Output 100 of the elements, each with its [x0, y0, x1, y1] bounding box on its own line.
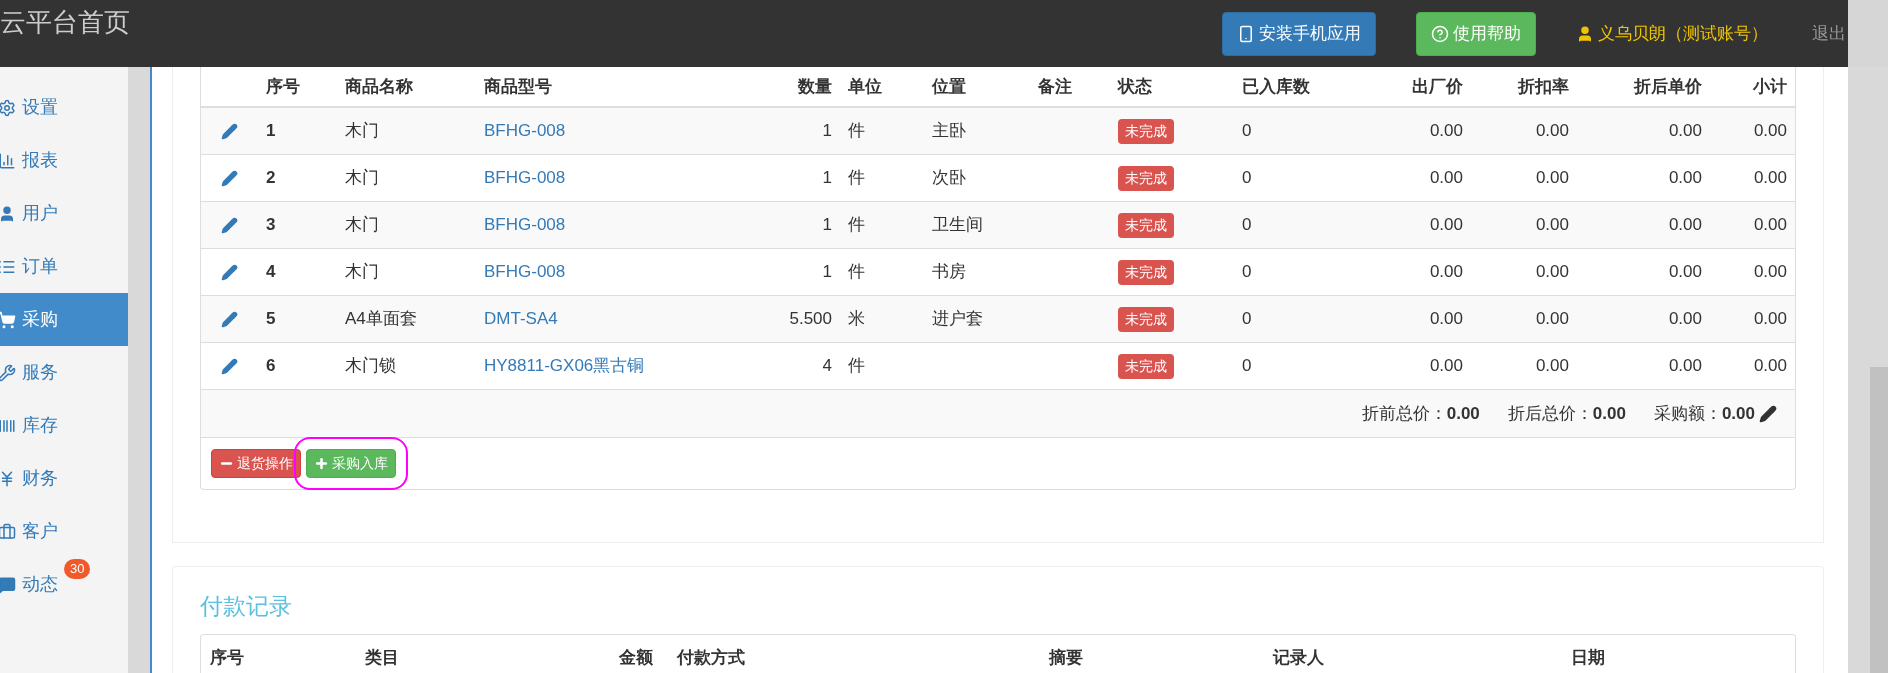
help-button[interactable]: 使用帮助 — [1416, 11, 1536, 56]
table-cell-text: 0 — [1242, 167, 1252, 190]
status-badge: 未完成 — [1118, 259, 1174, 285]
table-cell-text: 0.00 — [1429, 120, 1463, 143]
table-cell-text: 1 — [822, 214, 832, 237]
column-header: 出厂价 — [1412, 75, 1463, 98]
product-model-link[interactable]: DMT-SA4 — [484, 306, 558, 332]
sidebar-item[interactable]: 设置 — [0, 81, 128, 134]
sidebar-item[interactable]: 财务 — [0, 452, 128, 505]
table-cell-text: 0.00 — [1535, 214, 1569, 237]
table-cell-text: 0.00 — [1753, 167, 1787, 190]
product-model-link[interactable]: HY8811-GX06黑古铜 — [484, 353, 645, 379]
sidebar-item[interactable]: 采购 — [0, 293, 128, 346]
table-cell-text: 0.00 — [1535, 167, 1569, 190]
sidebar-item[interactable]: 订单 — [0, 240, 128, 293]
table-cell-text: 0.00 — [1429, 308, 1463, 331]
install-app-button[interactable]: 安装手机应用 — [1222, 11, 1376, 56]
column-header: 摘要 — [1049, 647, 1083, 670]
table-cell-text: 4 — [266, 261, 276, 284]
table-cell-text: 件 — [848, 120, 865, 143]
table-cell-text: 0.00 — [1753, 214, 1787, 237]
table-cell-text: 木门 — [345, 214, 379, 237]
table-cell-text: 1 — [822, 120, 832, 143]
section-title: 付款记录 — [200, 592, 293, 621]
table-cell-text: 0.00 — [1668, 167, 1702, 190]
table-cell-text: 3 — [266, 214, 276, 237]
table-cell-text: 件 — [848, 167, 865, 190]
product-model-link[interactable]: BFHG-008 — [484, 165, 566, 191]
table-cell-text: 进户套 — [932, 308, 983, 331]
table-cell-text: 木门 — [345, 167, 379, 190]
site-title[interactable]: 云平台首页 — [0, 3, 130, 42]
return-button[interactable]: 退货操作 — [211, 449, 301, 478]
edit-icon[interactable] — [1759, 404, 1777, 423]
table-cell-text: 5.500 — [789, 308, 832, 331]
table-cell-text: 0.00 — [1535, 261, 1569, 284]
table-cell-text: 0.00 — [1429, 261, 1463, 284]
question-icon — [1431, 24, 1449, 43]
gear-icon — [0, 98, 16, 117]
table-cell-text: 0.00 — [1753, 308, 1787, 331]
table-cell-text: 0.00 — [1753, 355, 1787, 378]
column-header: 记录人 — [1273, 647, 1324, 670]
logout-link[interactable]: 退出 — [1812, 20, 1846, 47]
total-text: 采购额：0.00 — [1653, 402, 1755, 425]
plus-icon — [314, 456, 329, 471]
cart-icon — [0, 310, 16, 329]
table-cell-text: 木门 — [345, 261, 379, 284]
column-header: 类目 — [365, 647, 399, 670]
column-header: 商品名称 — [345, 75, 413, 98]
table-cell-text: 0.00 — [1535, 120, 1569, 143]
user-icon — [0, 204, 16, 223]
column-header: 金额 — [619, 647, 653, 670]
table-cell-text: 0.00 — [1429, 167, 1463, 190]
sidebar-item[interactable]: 库存 — [0, 399, 128, 452]
sidebar-item[interactable]: 报表 — [0, 134, 128, 187]
table-cell-text: 1 — [822, 167, 832, 190]
table-cell-text: 卫生间 — [932, 214, 983, 237]
column-header: 小计 — [1753, 75, 1787, 98]
table-cell-text: 0 — [1242, 120, 1252, 143]
status-badge: 未完成 — [1118, 306, 1174, 332]
wrench-icon — [0, 363, 16, 382]
column-header: 折扣率 — [1518, 75, 1569, 98]
notification-badge: 30 — [64, 559, 91, 579]
user-link[interactable]: 义乌贝朗（测试账号） — [1576, 20, 1768, 47]
column-header: 商品型号 — [484, 75, 552, 98]
table-cell-text: 0.00 — [1668, 214, 1702, 237]
table-cell-text: 1 — [266, 120, 276, 143]
column-header: 折后单价 — [1634, 75, 1702, 98]
table-cell-text: 次卧 — [932, 167, 966, 190]
status-badge: 未完成 — [1118, 165, 1174, 191]
table-cell-text: 0.00 — [1753, 261, 1787, 284]
column-header: 位置 — [932, 75, 966, 98]
sidebar-item[interactable]: 服务 — [0, 346, 128, 399]
table-cell-text: 6 — [266, 355, 276, 378]
column-header: 付款方式 — [677, 647, 745, 670]
table-cell-text: 1 — [822, 261, 832, 284]
table-cell-text: 主卧 — [932, 120, 966, 143]
briefcase-icon — [0, 522, 16, 541]
speech-bubble-icon — [0, 575, 16, 594]
status-badge: 未完成 — [1118, 353, 1174, 379]
table-cell-text: 0.00 — [1535, 355, 1569, 378]
product-model-link[interactable]: BFHG-008 — [484, 212, 566, 238]
table-cell-text: 米 — [848, 308, 865, 331]
table-cell-text: 木门锁 — [345, 355, 396, 378]
user-icon — [1576, 24, 1594, 43]
phone-icon — [1237, 24, 1255, 43]
table-cell-text: 4 — [822, 355, 832, 378]
column-header: 序号 — [266, 75, 300, 98]
table-cell-text: 木门 — [345, 120, 379, 143]
column-header: 序号 — [210, 647, 244, 670]
table-cell-text: 0.00 — [1668, 355, 1702, 378]
table-cell-text: 2 — [266, 167, 276, 190]
table-cell-text: 件 — [848, 261, 865, 284]
table-cell-text: 0.00 — [1429, 355, 1463, 378]
sidebar-item[interactable]: 动态 30 — [0, 558, 128, 611]
table-cell-text: 0 — [1242, 214, 1252, 237]
table-cell-text: 0.00 — [1668, 308, 1702, 331]
product-model-link[interactable]: BFHG-008 — [484, 259, 566, 285]
sidebar-item[interactable]: 用户 — [0, 187, 128, 240]
sidebar-item[interactable]: 客户 — [0, 505, 128, 558]
product-model-link[interactable]: BFHG-008 — [484, 118, 566, 144]
